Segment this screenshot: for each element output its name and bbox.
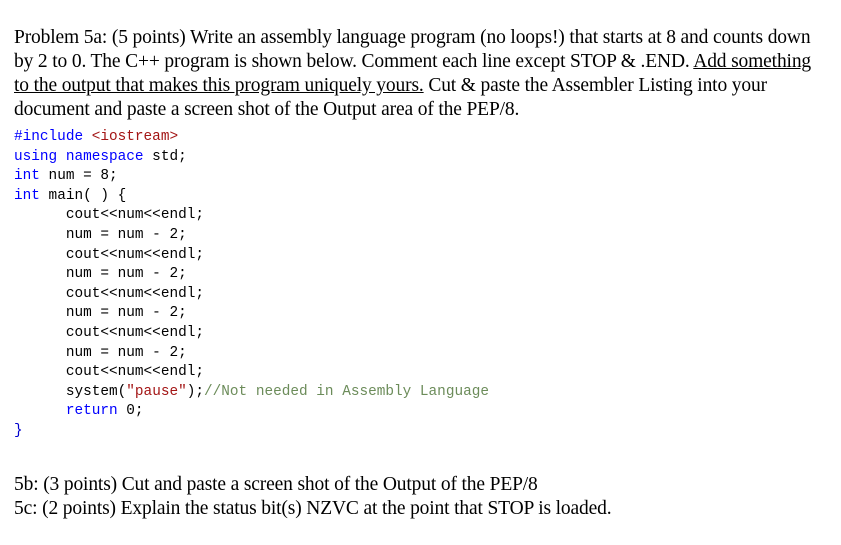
code-token-plain: cout<<num<<endl;: [65, 364, 205, 381]
code-line: num = num - 2;: [14, 304, 489, 324]
code-token-plain: 0;: [117, 403, 144, 420]
code-line: cout<<num<<endl;: [14, 285, 489, 305]
code-token-keyword: using namespace: [14, 148, 144, 165]
code-line: }: [14, 422, 489, 442]
code-token-plain: num = 8;: [39, 168, 118, 185]
code-line: int num = 8;: [14, 167, 489, 187]
code-token-string: <iostream>: [91, 129, 179, 145]
code-token-plain: cout<<num<<endl;: [65, 285, 205, 302]
intro-text-lead: Problem 5a: (5 points) Write an assembly…: [14, 26, 811, 72]
code-token-keyword: int: [14, 187, 40, 204]
question-5c: 5c: (2 points) Explain the status bit(s)…: [14, 498, 612, 519]
code-token-brace: }: [14, 422, 23, 439]
code-token-plain: );: [186, 383, 205, 400]
code-token-plain: num = num - 2;: [65, 226, 187, 243]
code-token-keyword: return: [65, 403, 118, 420]
code-token-plain: cout<<num<<endl;: [65, 324, 205, 341]
code-token-plain: system(: [65, 383, 127, 400]
question-5b: 5b: (3 points) Cut and paste a screen sh…: [14, 474, 538, 495]
code-line: cout<<num<<endl;: [14, 246, 489, 266]
code-token-plain: num = num - 2;: [65, 266, 187, 283]
code-line: int main( ) {: [14, 187, 489, 207]
code-line: cout<<num<<endl;: [14, 206, 489, 226]
code-token-plain: cout<<num<<endl;: [65, 207, 205, 224]
code-token-plain: std;: [143, 148, 187, 165]
code-token-plain: main( ) {: [39, 187, 127, 204]
document-page: Problem 5a: (5 points) Write an assembly…: [0, 0, 841, 545]
cpp-code-block: #include <iostream> using namespace std; i…: [14, 128, 489, 442]
code-line: system("pause");//Not needed in Assembly…: [14, 383, 489, 403]
intro-paragraph: Problem 5a: (5 points) Write an assembly…: [14, 26, 830, 123]
code-line: num = num - 2;: [14, 344, 489, 364]
code-token-string: "pause": [126, 383, 187, 400]
code-line: cout<<num<<endl;: [14, 324, 489, 344]
code-token-plain: num = num - 2;: [65, 305, 187, 322]
code-line: return 0;: [14, 402, 489, 422]
code-token-plain: num = num - 2;: [65, 344, 187, 361]
code-token-plain: cout<<num<<endl;: [65, 246, 205, 263]
code-token-comment: //Not needed in Assembly Language: [204, 383, 489, 400]
code-token-keyword: int: [14, 168, 40, 185]
code-line: num = num - 2;: [14, 226, 489, 246]
code-line: #include <iostream>: [14, 128, 489, 148]
code-line: num = num - 2;: [14, 265, 489, 285]
code-line: cout<<num<<endl;: [14, 363, 489, 383]
code-token-keyword: #include: [14, 129, 84, 145]
code-line: using namespace std;: [14, 148, 489, 168]
